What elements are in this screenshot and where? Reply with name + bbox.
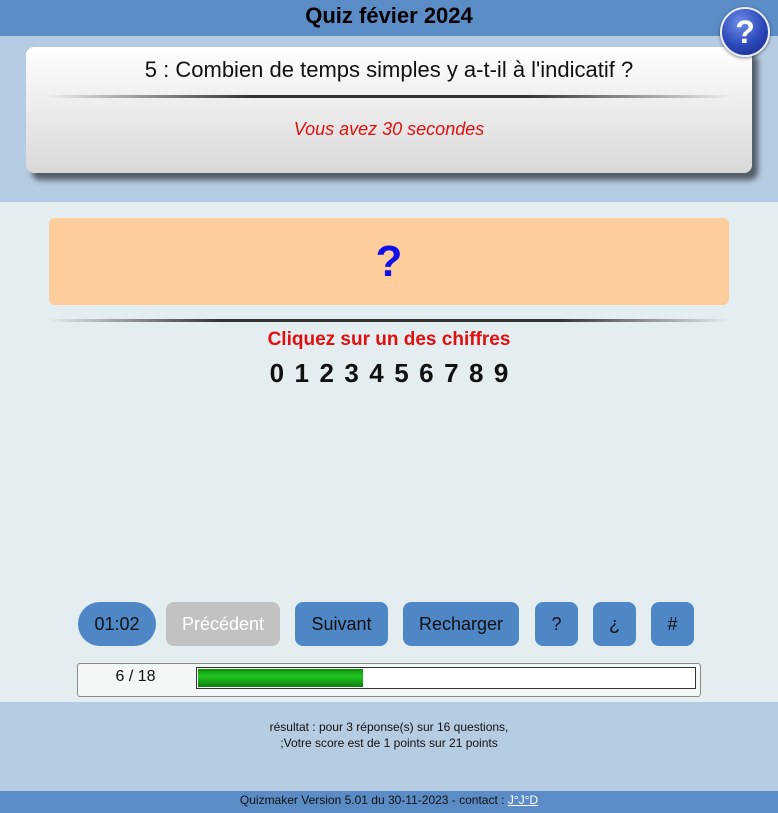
- progress-count: 6 / 18: [115, 668, 156, 685]
- digit-7[interactable]: 7: [444, 358, 458, 389]
- result-line-1: résultat : pour 3 réponse(s) sur 16 ques…: [269, 720, 509, 734]
- instruction-text: Cliquez sur un des chiffres: [267, 329, 511, 350]
- digit-keypad: 0 1 2 3 4 5 6 7 8 9: [0, 358, 778, 389]
- digit-5[interactable]: 5: [394, 358, 408, 389]
- footer: Quizmaker Version 5.01 du 30-11-2023 - c…: [0, 791, 778, 813]
- digit-6[interactable]: 6: [419, 358, 433, 389]
- digit-0[interactable]: 0: [270, 358, 284, 389]
- help-button[interactable]: ?: [535, 602, 578, 646]
- progress-bar: [196, 667, 696, 689]
- timer-display: 01:02: [78, 602, 156, 646]
- hash-button[interactable]: #: [651, 602, 694, 646]
- reload-button[interactable]: Recharger: [403, 602, 519, 646]
- digit-3[interactable]: 3: [344, 358, 358, 389]
- digit-2[interactable]: 2: [319, 358, 333, 389]
- digit-9[interactable]: 9: [494, 358, 508, 389]
- digit-1[interactable]: 1: [295, 358, 309, 389]
- question-text: 5 : Combien de temps simples y a-t-il à …: [144, 57, 634, 82]
- answer-placeholder: ?: [375, 237, 403, 286]
- digit-4[interactable]: 4: [369, 358, 383, 389]
- question-card: 5 : Combien de temps simples y a-t-il à …: [26, 47, 752, 173]
- next-button[interactable]: Suivant: [295, 602, 388, 646]
- inverted-question-button[interactable]: ¿: [593, 602, 636, 646]
- question-badge-icon[interactable]: ?: [720, 7, 770, 57]
- result-panel: résultat : pour 3 réponse(s) sur 16 ques…: [0, 702, 778, 791]
- progress-panel: 6 / 18: [77, 663, 701, 697]
- control-bar: 01:02 Précédent Suivant Recharger ? ¿ #: [0, 602, 778, 646]
- question-divider: [46, 95, 732, 98]
- digit-8[interactable]: 8: [469, 358, 483, 389]
- time-notice: Vous avez 30 secondes: [293, 119, 485, 139]
- previous-button: Précédent: [166, 602, 280, 646]
- footer-text: Quizmaker Version 5.01 du 30-11-2023 - c…: [239, 793, 508, 807]
- title-bar: Quiz févier 2024: [0, 0, 778, 36]
- answer-display: ?: [49, 218, 729, 305]
- progress-fill: [198, 669, 363, 687]
- answer-divider: [49, 319, 729, 322]
- page-title: Quiz févier 2024: [305, 3, 473, 28]
- contact-link[interactable]: J°J°D: [508, 793, 538, 807]
- result-line-2: ;Votre score est de 1 points sur 21 poin…: [280, 736, 498, 750]
